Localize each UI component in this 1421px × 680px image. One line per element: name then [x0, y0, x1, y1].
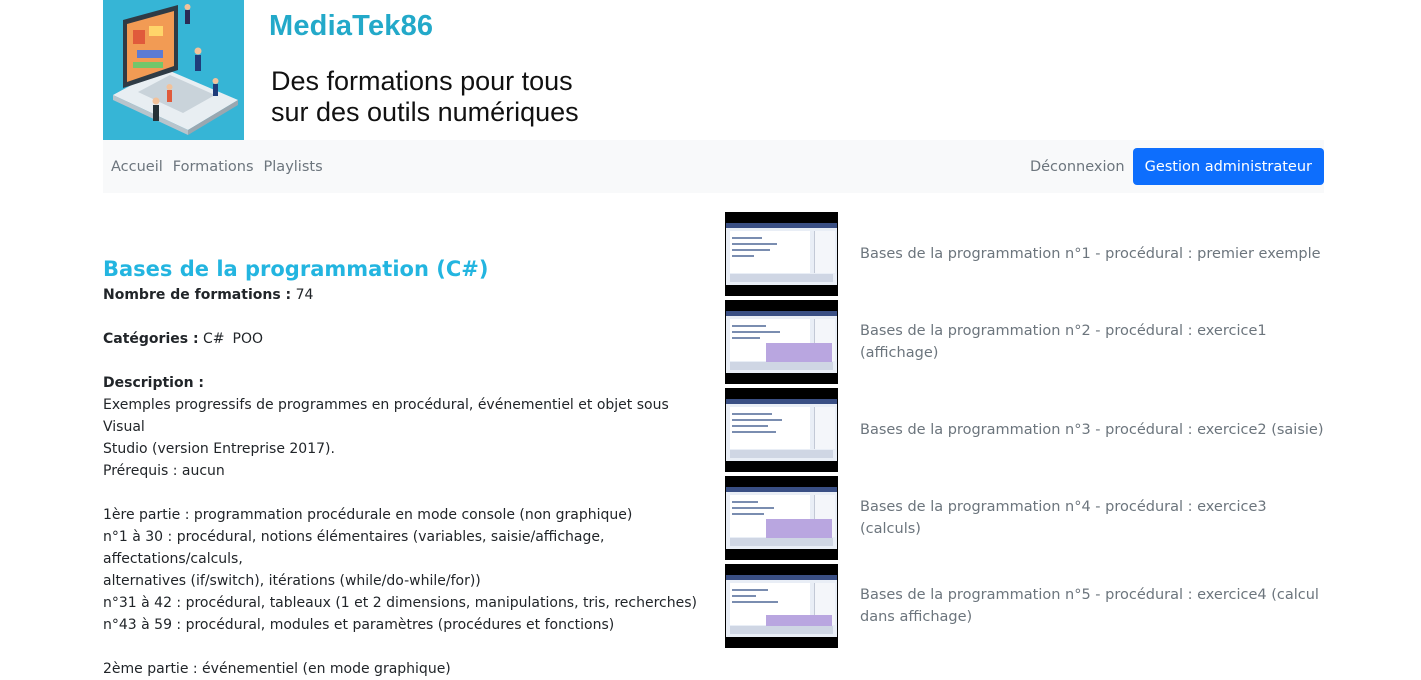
formation-thumbnail[interactable]: [725, 388, 838, 472]
formation-row[interactable]: Bases de la programmation n°3 - procédur…: [725, 388, 1325, 476]
main-navbar: Accueil Formations Playlists Déconnexion…: [103, 140, 1324, 193]
site-tagline: Des formations pour tous sur des outils …: [271, 66, 579, 128]
nav-actions: Déconnexion Gestion administrateur: [1030, 148, 1324, 185]
tagline-line-1: Des formations pour tous: [271, 66, 573, 96]
formation-title-link[interactable]: Bases de la programmation n°2 - procédur…: [860, 300, 1330, 384]
description-line: 2ème partie : événementiel (en mode grap…: [103, 661, 451, 677]
description-line: Prérequis : aucun: [103, 463, 225, 479]
formation-title-link[interactable]: Bases de la programmation n°3 - procédur…: [860, 388, 1330, 472]
formation-title-link[interactable]: Bases de la programmation n°5 - procédur…: [860, 564, 1330, 648]
formation-title-link[interactable]: Bases de la programmation n°4 - procédur…: [860, 476, 1330, 560]
nav-formations-link[interactable]: Formations: [173, 159, 254, 175]
site-header: MediaTek86 Des formations pour tous sur …: [103, 0, 1324, 140]
formation-thumbnail[interactable]: [725, 476, 838, 560]
logout-link[interactable]: Déconnexion: [1030, 159, 1125, 175]
formation-thumbnail[interactable]: [725, 300, 838, 384]
site-name: MediaTek86: [269, 10, 434, 42]
formation-row[interactable]: Bases de la programmation n°1 - procédur…: [725, 212, 1325, 300]
formation-count: Nombre de formations : 74: [103, 284, 703, 306]
site-logo[interactable]: [103, 0, 244, 140]
category-tag: C#: [203, 331, 225, 347]
formations-list: Bases de la programmation n°1 - procédur…: [725, 212, 1325, 652]
admin-management-button[interactable]: Gestion administrateur: [1132, 148, 1324, 185]
formation-row[interactable]: Bases de la programmation n°2 - procédur…: [725, 300, 1325, 388]
description-line: n°31 à 42 : procédural, tableaux (1 et 2…: [103, 595, 697, 611]
description-line: 1ère partie : programmation procédurale …: [103, 507, 633, 523]
description-line: n°43 à 59 : procédural, modules et param…: [103, 617, 615, 633]
formation-row[interactable]: Bases de la programmation n°5 - procédur…: [725, 564, 1325, 652]
formation-count-value: 74: [295, 287, 314, 303]
categories: Catégories : C# POO: [103, 328, 703, 350]
description-line: n°1 à 30 : procédural, notions élémentai…: [103, 529, 605, 567]
description-line: Exemples progressifs de programmes en pr…: [103, 397, 669, 435]
nav-links: Accueil Formations Playlists: [111, 140, 333, 193]
formation-thumbnail[interactable]: [725, 564, 838, 648]
playlist-detail: Bases de la programmation (C#) Nombre de…: [103, 256, 703, 680]
category-tag: POO: [232, 331, 264, 347]
formation-thumbnail[interactable]: [725, 212, 838, 296]
formation-title-link[interactable]: Bases de la programmation n°1 - procédur…: [860, 212, 1330, 296]
description-line: Studio (version Entreprise 2017).: [103, 441, 335, 457]
formation-count-label: Nombre de formations :: [103, 287, 292, 303]
nav-playlists-link[interactable]: Playlists: [264, 159, 323, 175]
description-label: Description :: [103, 375, 205, 391]
nav-home-link[interactable]: Accueil: [111, 159, 163, 175]
description-line: alternatives (if/switch), itérations (wh…: [103, 573, 481, 589]
laptop-illustration-icon: [103, 0, 244, 140]
playlist-title: Bases de la programmation (C#): [103, 257, 489, 281]
formation-row[interactable]: Bases de la programmation n°4 - procédur…: [725, 476, 1325, 564]
description-text: Exemples progressifs de programmes en pr…: [103, 394, 703, 680]
tagline-line-2: sur des outils numériques: [271, 97, 579, 127]
categories-label: Catégories :: [103, 331, 199, 347]
